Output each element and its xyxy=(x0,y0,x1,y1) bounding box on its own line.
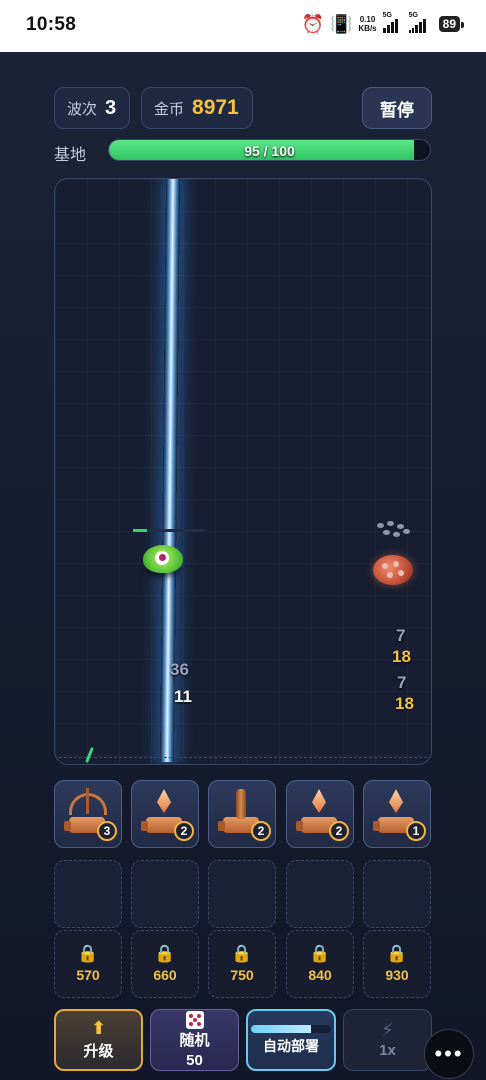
slime-enemy xyxy=(143,545,183,573)
signal-icon: 5G xyxy=(408,12,433,33)
arrow-projectile xyxy=(85,747,94,763)
unlock-price: 930 xyxy=(385,967,409,983)
speed-button[interactable]: ⚡ 1x xyxy=(343,1009,432,1071)
lock-icon: 🔒 xyxy=(386,944,408,963)
crossbow-tower-icon xyxy=(69,788,107,815)
locked-slot[interactable]: 🔒 570 xyxy=(54,930,122,998)
empty-slot[interactable] xyxy=(54,860,122,928)
auto-deploy-button[interactable]: 自动部署 xyxy=(246,1009,336,1071)
empty-slot[interactable] xyxy=(363,860,431,928)
lock-icon: 🔒 xyxy=(309,944,331,963)
crystal-tower-icon xyxy=(157,789,171,813)
damage-number: 7 xyxy=(397,673,407,692)
network-speed: 0.10 KB/s xyxy=(358,15,377,33)
tower-level-badge: 2 xyxy=(329,821,349,841)
random-cost: 50 xyxy=(186,1052,203,1069)
base-line xyxy=(59,757,427,758)
status-icons: ⏰ 📳 0.10 KB/s 5G 5G 89 xyxy=(301,12,465,34)
alarm-icon: ⏰ xyxy=(301,14,324,34)
more-button[interactable]: ••• xyxy=(424,1029,474,1079)
base-label: 基地 xyxy=(54,147,87,164)
gold-counter: 金币 8971 xyxy=(141,87,253,129)
crystal-tower-icon xyxy=(389,789,403,813)
empty-slot[interactable] xyxy=(208,860,276,928)
clock: 10:58 xyxy=(26,14,77,35)
locked-slot[interactable]: 🔒 840 xyxy=(286,930,354,998)
rock-enemy xyxy=(373,555,413,585)
dice-icon xyxy=(185,1011,204,1029)
lock-icon: 🔒 xyxy=(77,944,99,963)
wave-counter: 波次 3 xyxy=(54,87,130,129)
cannon-tower-icon xyxy=(236,789,246,819)
pause-button[interactable]: 暂停 xyxy=(362,87,432,129)
vibrate-icon: 📳 xyxy=(329,14,353,34)
tower-slot-crystal[interactable]: 1 xyxy=(363,780,431,848)
crystal-tower-icon xyxy=(312,789,326,813)
tower-slot-crystal[interactable]: 2 xyxy=(286,780,354,848)
tower-level-badge: 2 xyxy=(174,821,194,841)
battlefield[interactable]: 36 11 7 18 7 18 xyxy=(54,178,432,765)
damage-number: 18 xyxy=(395,694,414,713)
damage-number: 7 xyxy=(396,626,406,645)
locked-slot[interactable]: 🔒 660 xyxy=(131,930,199,998)
tower-level-badge: 2 xyxy=(251,821,271,841)
tower-slot-crystal[interactable]: 2 xyxy=(131,780,199,848)
upgrade-button[interactable]: ⬆ 升级 xyxy=(54,1009,143,1071)
unlock-price: 750 xyxy=(230,967,254,983)
battery-icon: 89 xyxy=(438,16,465,32)
random-button[interactable]: 随机 50 xyxy=(150,1009,239,1071)
empty-slot[interactable] xyxy=(286,860,354,928)
status-bar: 10:58 ⏰ 📳 0.10 KB/s 5G 5G 89 xyxy=(0,0,486,52)
tower-slot-crossbow[interactable]: 3 xyxy=(54,780,122,848)
lock-icon: 🔒 xyxy=(154,944,176,963)
unlock-price: 660 xyxy=(153,967,177,983)
unlock-price: 570 xyxy=(76,967,100,983)
damage-number: 18 xyxy=(392,647,411,666)
damage-number: 36 xyxy=(170,660,189,679)
empty-slot[interactable] xyxy=(131,860,199,928)
base-hp-text: 95 / 100 xyxy=(244,143,295,159)
enemy-hp-bar xyxy=(133,529,205,532)
tower-level-badge: 3 xyxy=(97,821,117,841)
unlock-price: 840 xyxy=(308,967,332,983)
arrow-up-icon: ⬆ xyxy=(90,1018,107,1038)
damage-number: 11 xyxy=(174,687,192,706)
locked-slot[interactable]: 🔒 750 xyxy=(208,930,276,998)
lightning-icon: ⚡ xyxy=(381,1020,394,1040)
tower-level-badge: 1 xyxy=(406,821,426,841)
tower-slot-cannon[interactable]: 2 xyxy=(208,780,276,848)
signal-icon: 5G xyxy=(382,12,403,33)
auto-deploy-progress xyxy=(251,1024,331,1033)
lock-icon: 🔒 xyxy=(231,944,253,963)
locked-slot[interactable]: 🔒 930 xyxy=(363,930,431,998)
base-hp-bar: 95 / 100 xyxy=(108,139,431,161)
dust-cloud xyxy=(375,521,413,541)
